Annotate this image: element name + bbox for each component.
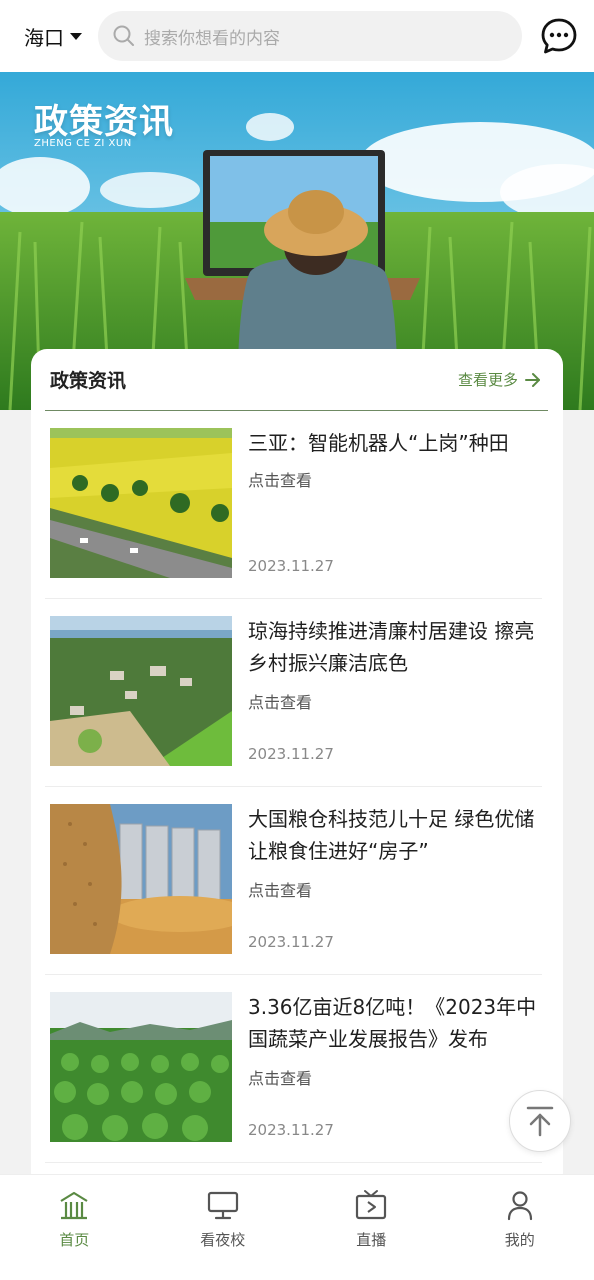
article-view-link[interactable]: 点击查看 <box>248 1065 312 1089</box>
banner-subtitle: ZHENG CE ZI XUN <box>34 138 132 149</box>
search-icon <box>113 25 134 46</box>
article-title: 3.36亿亩近8亿吨！《2023年中国蔬菜产业发展报告》发布 <box>248 995 537 1051</box>
article-thumbnail <box>50 428 232 578</box>
article-title: 琼海持续推进清廉村居建设 擦亮乡村振兴廉洁底色 <box>248 619 535 675</box>
article-item[interactable]: 三亚：智能机器人“上岗”种田 点击查看 2023.11.27 <box>45 411 542 599</box>
tab-label: 首页 <box>59 1231 90 1249</box>
article-thumbnail <box>50 616 232 766</box>
user-icon <box>507 1191 532 1221</box>
article-thumbnail <box>50 992 232 1142</box>
article-date: 2023.11.27 <box>248 745 334 763</box>
view-more-link[interactable]: 查看更多 <box>458 369 542 390</box>
article-thumbnail <box>50 804 232 954</box>
article-title: 大国粮仓科技范儿十足 绿色优储让粮食住进好“房子” <box>248 807 535 863</box>
arrow-up-icon <box>526 1106 554 1137</box>
search-placeholder: 搜索你想看的内容 <box>144 28 280 49</box>
section-title: 政策资讯 <box>50 370 127 392</box>
article-date: 2023.11.27 <box>248 557 334 575</box>
tv-play-icon <box>356 1190 387 1220</box>
home-icon <box>60 1191 88 1220</box>
tab-mine[interactable]: 我的 <box>446 1175 594 1280</box>
banner-title: 政策资讯 <box>34 102 174 142</box>
tab-label: 我的 <box>504 1231 535 1249</box>
tab-live[interactable]: 直播 <box>297 1175 446 1280</box>
bottom-tab-bar: 首页 看夜校 直播 我的 <box>0 1174 594 1280</box>
section-header: 政策资讯 查看更多 <box>45 349 548 411</box>
view-more-label: 查看更多 <box>457 371 518 389</box>
tab-label: 看夜校 <box>200 1231 246 1249</box>
city-selector[interactable]: 海口 <box>24 22 98 51</box>
policy-news-card: 政策资讯 查看更多 三亚：智能机器人“上岗”种田 点击查看 2023.11.27 <box>31 349 563 1189</box>
city-label: 海口 <box>24 25 64 50</box>
article-date: 2023.11.27 <box>248 933 334 951</box>
search-input[interactable]: 搜索你想看的内容 <box>98 11 522 61</box>
message-icon[interactable] <box>540 17 578 55</box>
article-date: 2023.11.27 <box>248 1121 334 1139</box>
article-title: 三亚：智能机器人“上岗”种田 <box>248 431 509 455</box>
tab-label: 直播 <box>356 1231 387 1249</box>
monitor-icon <box>207 1191 238 1220</box>
article-view-link[interactable]: 点击查看 <box>248 877 312 901</box>
article-item[interactable]: 大国粮仓科技范儿十足 绿色优储让粮食住进好“房子” 点击查看 2023.11.2… <box>45 787 542 975</box>
article-item[interactable]: 3.36亿亩近8亿吨！《2023年中国蔬菜产业发展报告》发布 点击查看 2023… <box>45 975 542 1163</box>
tab-home[interactable]: 首页 <box>0 1175 149 1280</box>
top-header: 海口 搜索你想看的内容 <box>0 0 594 72</box>
caret-down-icon <box>70 32 82 40</box>
arrow-right-icon <box>525 372 540 387</box>
article-view-link[interactable]: 点击查看 <box>248 689 312 713</box>
tab-night-school[interactable]: 看夜校 <box>149 1175 298 1280</box>
article-item[interactable]: 琼海持续推进清廉村居建设 擦亮乡村振兴廉洁底色 点击查看 2023.11.27 <box>45 599 542 787</box>
article-view-link[interactable]: 点击查看 <box>248 467 312 491</box>
back-to-top-button[interactable] <box>509 1090 571 1152</box>
